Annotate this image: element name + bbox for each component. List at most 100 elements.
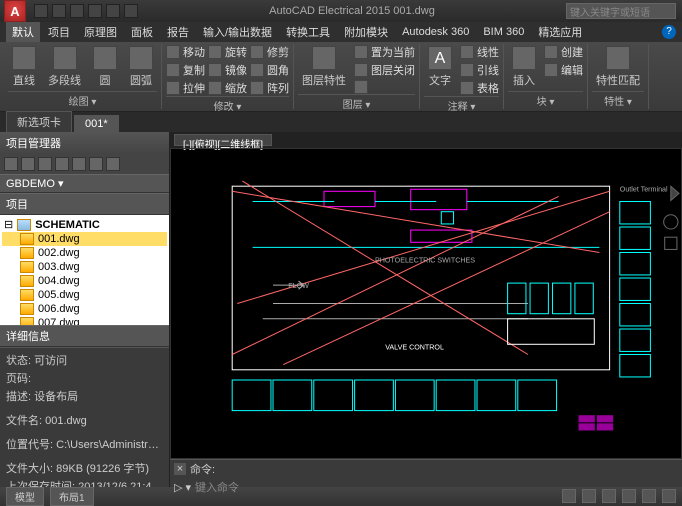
- polyline-button[interactable]: 多段线: [44, 44, 85, 90]
- qa-redo-icon[interactable]: [106, 4, 120, 18]
- project-manager-title: 项目管理器: [0, 132, 169, 154]
- pm-new-icon[interactable]: [4, 157, 18, 171]
- panel-layers-label[interactable]: 图层 ▾: [298, 94, 415, 112]
- project-tree[interactable]: ⊟SCHEMATIC 001.dwg 002.dwg 003.dwg 004.d…: [0, 215, 169, 325]
- ribbon: 直线 多段线 圆 圆弧 绘图 ▾ 移动旋转修剪 复制镜像圆角 拉伸缩放阵列 修改…: [0, 42, 682, 112]
- project-combo[interactable]: GBDEMO ▾: [0, 174, 169, 193]
- doc-tab-001[interactable]: 001*: [74, 115, 119, 132]
- tree-folder[interactable]: ⊟SCHEMATIC: [2, 217, 167, 232]
- viewport-label[interactable]: [-][俯视][二维线框]: [174, 134, 272, 146]
- circle-button[interactable]: 圆: [89, 44, 121, 90]
- dwg-icon: [20, 317, 34, 325]
- status-grid-icon[interactable]: [562, 489, 576, 503]
- tree-file[interactable]: 007.dwg: [2, 316, 167, 325]
- insert-button[interactable]: 插入: [508, 44, 540, 90]
- leader-button[interactable]: 引线: [460, 62, 499, 78]
- pm-up-icon[interactable]: [55, 157, 69, 171]
- cli-close-icon[interactable]: ×: [174, 463, 186, 475]
- project-toolbar: [0, 154, 169, 174]
- tab-project[interactable]: 项目: [42, 22, 76, 42]
- qa-open-icon[interactable]: [52, 4, 66, 18]
- arc-button[interactable]: 圆弧: [125, 44, 157, 90]
- status-lwt-icon[interactable]: [662, 489, 676, 503]
- text-button[interactable]: A文字: [424, 44, 456, 96]
- move-button[interactable]: 移动旋转修剪: [166, 44, 289, 60]
- status-ortho-icon[interactable]: [602, 489, 616, 503]
- detail-size: 文件大小: 89KB (91226 字节): [6, 460, 163, 476]
- fillet-icon: [250, 63, 264, 77]
- pm-tool3-icon[interactable]: [106, 157, 120, 171]
- tree-file[interactable]: 006.dwg: [2, 302, 167, 316]
- matchprops-button[interactable]: 特性匹配: [592, 44, 644, 90]
- text-icon: A: [428, 46, 452, 70]
- scale-icon: [208, 81, 222, 95]
- tab-featured[interactable]: 精选应用: [532, 22, 588, 42]
- tab-addon[interactable]: 附加模块: [338, 22, 394, 42]
- tab-io[interactable]: 输入/输出数据: [197, 22, 278, 42]
- status-osnap-icon[interactable]: [642, 489, 656, 503]
- pm-refresh-icon[interactable]: [38, 157, 52, 171]
- status-snap-icon[interactable]: [582, 489, 596, 503]
- layer-close-button[interactable]: 图层关闭: [354, 62, 415, 78]
- tree-file[interactable]: 003.dwg: [2, 260, 167, 274]
- layerprops-icon: [312, 46, 336, 70]
- tab-panel[interactable]: 面板: [125, 22, 159, 42]
- status-polar-icon[interactable]: [622, 489, 636, 503]
- leader-icon: [460, 63, 474, 77]
- tree-file[interactable]: 005.dwg: [2, 288, 167, 302]
- command-line[interactable]: ×命令: ▷ ▾键入命令: [170, 459, 682, 487]
- detail-filename: 文件名: 001.dwg: [6, 412, 163, 428]
- layer-more-button[interactable]: [354, 80, 415, 94]
- pm-tool2-icon[interactable]: [89, 157, 103, 171]
- layerprops-button[interactable]: 图层特性: [298, 44, 350, 94]
- tab-bim360[interactable]: BIM 360: [477, 24, 530, 40]
- table-button[interactable]: 表格: [460, 80, 499, 96]
- help-icon[interactable]: ?: [662, 25, 676, 39]
- tab-convert[interactable]: 转换工具: [280, 22, 336, 42]
- panel-annot-label[interactable]: 注释 ▾: [424, 96, 499, 114]
- blk-edit-button[interactable]: 编辑: [544, 62, 583, 78]
- dwg-icon: [20, 275, 34, 287]
- tab-report[interactable]: 报告: [161, 22, 195, 42]
- details-panel: 状态: 可访问 页码: 描述: 设备布局 文件名: 001.dwg 位置代号: …: [0, 347, 169, 487]
- blkcreate-icon: [544, 45, 558, 59]
- model-tab[interactable]: 模型: [6, 487, 44, 506]
- dwg-icon: [20, 261, 34, 273]
- blk-create-button[interactable]: 创建: [544, 44, 583, 60]
- detail-desc: 描述: 设备布局: [6, 388, 163, 404]
- panel-props-label[interactable]: 特性 ▾: [592, 91, 644, 109]
- quick-access-toolbar: [34, 4, 138, 18]
- app-icon[interactable]: A: [4, 0, 26, 22]
- cli-input[interactable]: 键入命令: [195, 479, 239, 495]
- line-button[interactable]: 直线: [8, 44, 40, 90]
- qa-print-icon[interactable]: [124, 4, 138, 18]
- project-manager-panel: 项目管理器 GBDEMO ▾ 项目 ⊟SCHEMATIC 001.dwg 002…: [0, 132, 170, 487]
- matchprops-icon: [606, 46, 630, 70]
- stretch-button[interactable]: 拉伸缩放阵列: [166, 80, 289, 96]
- pm-open-icon[interactable]: [21, 157, 35, 171]
- copy-button[interactable]: 复制镜像圆角: [166, 62, 289, 78]
- pm-tool1-icon[interactable]: [72, 157, 86, 171]
- linear-button[interactable]: 线性: [460, 44, 499, 60]
- tab-a360[interactable]: Autodesk 360: [396, 24, 475, 40]
- tree-file[interactable]: 001.dwg: [2, 232, 167, 246]
- layer-setcurrent-button[interactable]: 置为当前: [354, 44, 415, 60]
- qa-new-icon[interactable]: [34, 4, 48, 18]
- panel-modify-label[interactable]: 修改 ▾: [166, 96, 289, 114]
- tree-file[interactable]: 002.dwg: [2, 246, 167, 260]
- tab-default[interactable]: 默认: [6, 22, 40, 42]
- layout1-tab[interactable]: 布局1: [50, 487, 94, 506]
- array-icon: [250, 81, 264, 95]
- help-search-input[interactable]: 键入关键字或短语: [566, 3, 676, 19]
- panel-block-label[interactable]: 块 ▾: [508, 91, 583, 109]
- qa-save-icon[interactable]: [70, 4, 84, 18]
- blkedit-icon: [544, 63, 558, 77]
- tree-file[interactable]: 004.dwg: [2, 274, 167, 288]
- doc-tab-start[interactable]: 新选项卡: [6, 111, 72, 132]
- drawing-canvas[interactable]: PHOTOELECTRIC SWITCHES FLOW VALVE CONTRO…: [170, 148, 682, 459]
- cli-prompt-icon: ▷ ▾: [174, 481, 191, 494]
- copy-icon: [166, 63, 180, 77]
- tab-schematic[interactable]: 原理图: [78, 22, 123, 42]
- qa-undo-icon[interactable]: [88, 4, 102, 18]
- panel-draw-label[interactable]: 绘图 ▾: [8, 91, 157, 109]
